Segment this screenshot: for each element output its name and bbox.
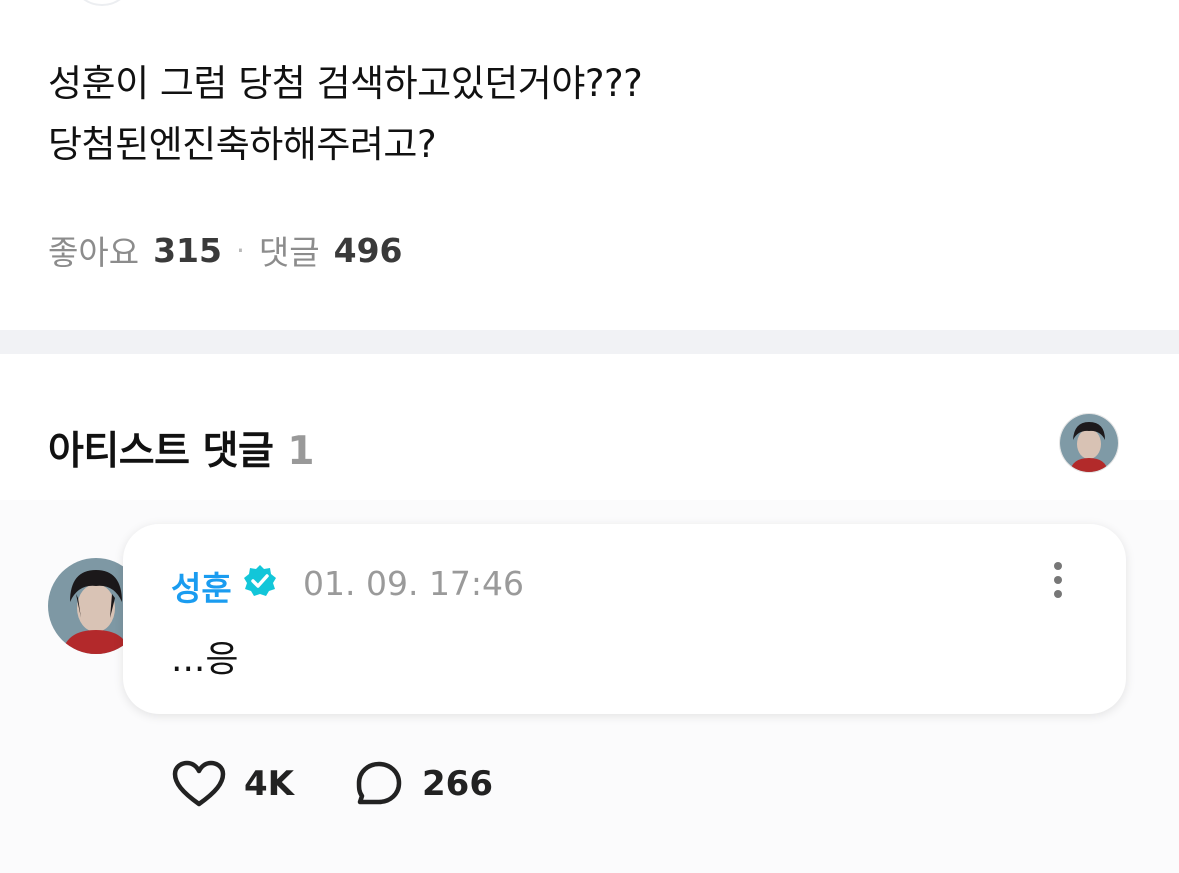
post-author-avatar[interactable] xyxy=(70,0,134,6)
artist-comments-title: 아티스트 댓글 xyxy=(48,429,274,474)
likes-label[interactable]: 좋아요 xyxy=(48,226,139,274)
post-detail-page: 성훈이 그럼 당첨 검색하고있던거야??? 당첨된엔진축하해주려고? 좋아요 3… xyxy=(0,0,1179,873)
more-vertical-icon[interactable] xyxy=(1045,562,1071,606)
comments-label[interactable]: 댓글 xyxy=(259,226,320,274)
comment-timestamp: 01. 09. 17:46 xyxy=(303,564,525,603)
artist-comments-heading: 아티스트 댓글 1 xyxy=(48,420,314,476)
reply-count: 266 xyxy=(422,764,493,804)
comments-count[interactable]: 496 xyxy=(334,231,403,270)
like-button[interactable]: 4K xyxy=(172,760,294,808)
artist-photo-small xyxy=(1060,414,1118,472)
heart-icon xyxy=(172,760,226,807)
like-count: 4K xyxy=(244,764,295,804)
verified-badge-icon xyxy=(244,565,276,596)
comment-text: ...응 xyxy=(171,639,239,680)
reply-button[interactable]: 266 xyxy=(354,760,493,808)
artist-comment-card[interactable]: 성훈 01. 09. 17:46 ...응 xyxy=(123,524,1126,714)
likes-count[interactable]: 315 xyxy=(153,231,222,270)
comment-author-name[interactable]: 성훈 xyxy=(171,562,232,610)
comment-actions: 4K 266 xyxy=(172,760,553,808)
post-text-line-1: 성훈이 그럼 당첨 검색하고있던거야??? xyxy=(48,62,643,105)
artist-avatar-small[interactable] xyxy=(1059,413,1119,473)
speech-bubble-icon xyxy=(356,761,402,805)
post-text-line-2: 당첨된엔진축하해주려고? xyxy=(48,123,437,166)
stats-separator: · xyxy=(235,233,245,267)
post-stats: 좋아요 315 · 댓글 496 xyxy=(48,226,403,274)
artist-comments-count: 1 xyxy=(287,429,314,474)
section-divider xyxy=(0,330,1179,354)
